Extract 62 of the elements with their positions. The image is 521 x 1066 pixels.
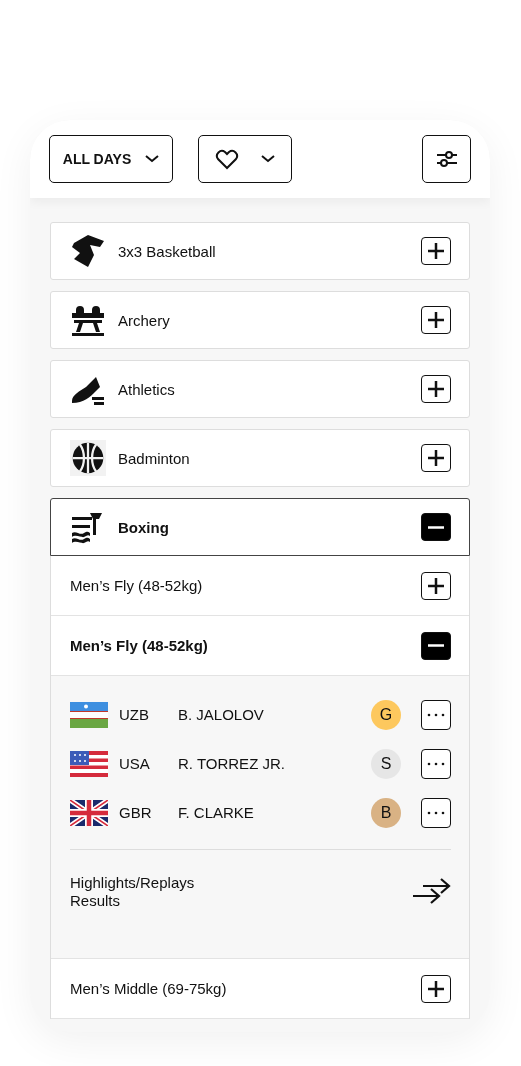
heart-icon xyxy=(215,148,239,170)
expand-toggle[interactable] xyxy=(421,631,451,660)
more-button[interactable] xyxy=(421,748,451,779)
link[interactable]: Highlights/Replays xyxy=(70,874,195,892)
expand-toggle[interactable] xyxy=(421,571,451,600)
sport-row[interactable]: Archery xyxy=(50,291,470,349)
plus-icon xyxy=(428,980,444,997)
ellipsis-icon xyxy=(426,810,446,815)
ellipsis-icon xyxy=(426,712,446,717)
block-icon xyxy=(70,233,106,269)
country-code: UZB xyxy=(119,706,150,723)
medal-badge: G xyxy=(371,699,401,730)
expand-toggle[interactable] xyxy=(421,237,451,265)
ellipsis-icon xyxy=(426,761,446,766)
flag-icon xyxy=(70,701,108,728)
arrow-icon xyxy=(411,876,451,906)
sport-name: Badminton xyxy=(118,449,191,467)
expand-toggle[interactable] xyxy=(421,306,451,334)
sport-name: Athletics xyxy=(118,380,176,398)
plus-icon xyxy=(428,381,444,397)
country-code: USA xyxy=(119,755,151,772)
event-row[interactable]: Men’s Fly (48-52kg) xyxy=(51,556,469,616)
sport-row[interactable]: Badminton xyxy=(50,429,470,487)
sport-row[interactable]: Boxing xyxy=(50,498,470,556)
athlete-name: R. TORREZ JR. xyxy=(178,755,286,772)
event-row[interactable]: Men’s Middle (69-75kg) xyxy=(51,959,469,1019)
athlete-name: F. CLARKE xyxy=(178,804,255,821)
expand-toggle[interactable] xyxy=(421,974,451,1003)
sliders-icon xyxy=(435,150,458,168)
more-button[interactable] xyxy=(421,797,451,828)
plus-icon xyxy=(428,577,444,594)
chevron-icon xyxy=(145,155,160,163)
event-name: Men’s Fly (48-52kg) xyxy=(70,637,209,654)
filter-button[interactable] xyxy=(422,135,471,183)
medal-badge: B xyxy=(371,797,401,828)
plus-icon xyxy=(428,243,444,259)
sport-name: Archery xyxy=(118,311,171,329)
plus-icon xyxy=(428,450,444,466)
expand-toggle[interactable] xyxy=(421,444,451,472)
sport-row[interactable]: 3x3 Basketball xyxy=(50,222,470,280)
link[interactable]: Results xyxy=(70,892,195,910)
event-name: Men’s Fly (48-52kg) xyxy=(70,577,204,594)
plus-icon xyxy=(428,312,444,328)
country-code: GBR xyxy=(119,804,153,821)
expand-toggle[interactable] xyxy=(421,513,451,541)
ball-icon xyxy=(70,440,106,476)
sport-name: 3x3 Basketball xyxy=(118,242,217,260)
sport-row[interactable]: Athletics xyxy=(50,360,470,418)
athlete-name: B. JALOLOV xyxy=(178,706,265,723)
medal-badge: S xyxy=(371,748,401,779)
minus-icon xyxy=(428,644,444,647)
flag-icon xyxy=(70,799,108,826)
sport-name: Boxing xyxy=(118,518,170,536)
event-name: Men’s Middle (69-75kg) xyxy=(70,980,228,997)
day-dropdown[interactable]: ALL DAYS xyxy=(49,135,173,183)
more-button[interactable] xyxy=(421,699,451,730)
expand-toggle[interactable] xyxy=(421,375,451,403)
favorites-dropdown[interactable] xyxy=(198,135,292,183)
chevron-icon xyxy=(261,155,275,163)
minus-icon xyxy=(428,525,444,529)
event-row[interactable]: Men’s Fly (48-52kg) xyxy=(51,616,469,676)
flag-icon xyxy=(70,750,108,777)
